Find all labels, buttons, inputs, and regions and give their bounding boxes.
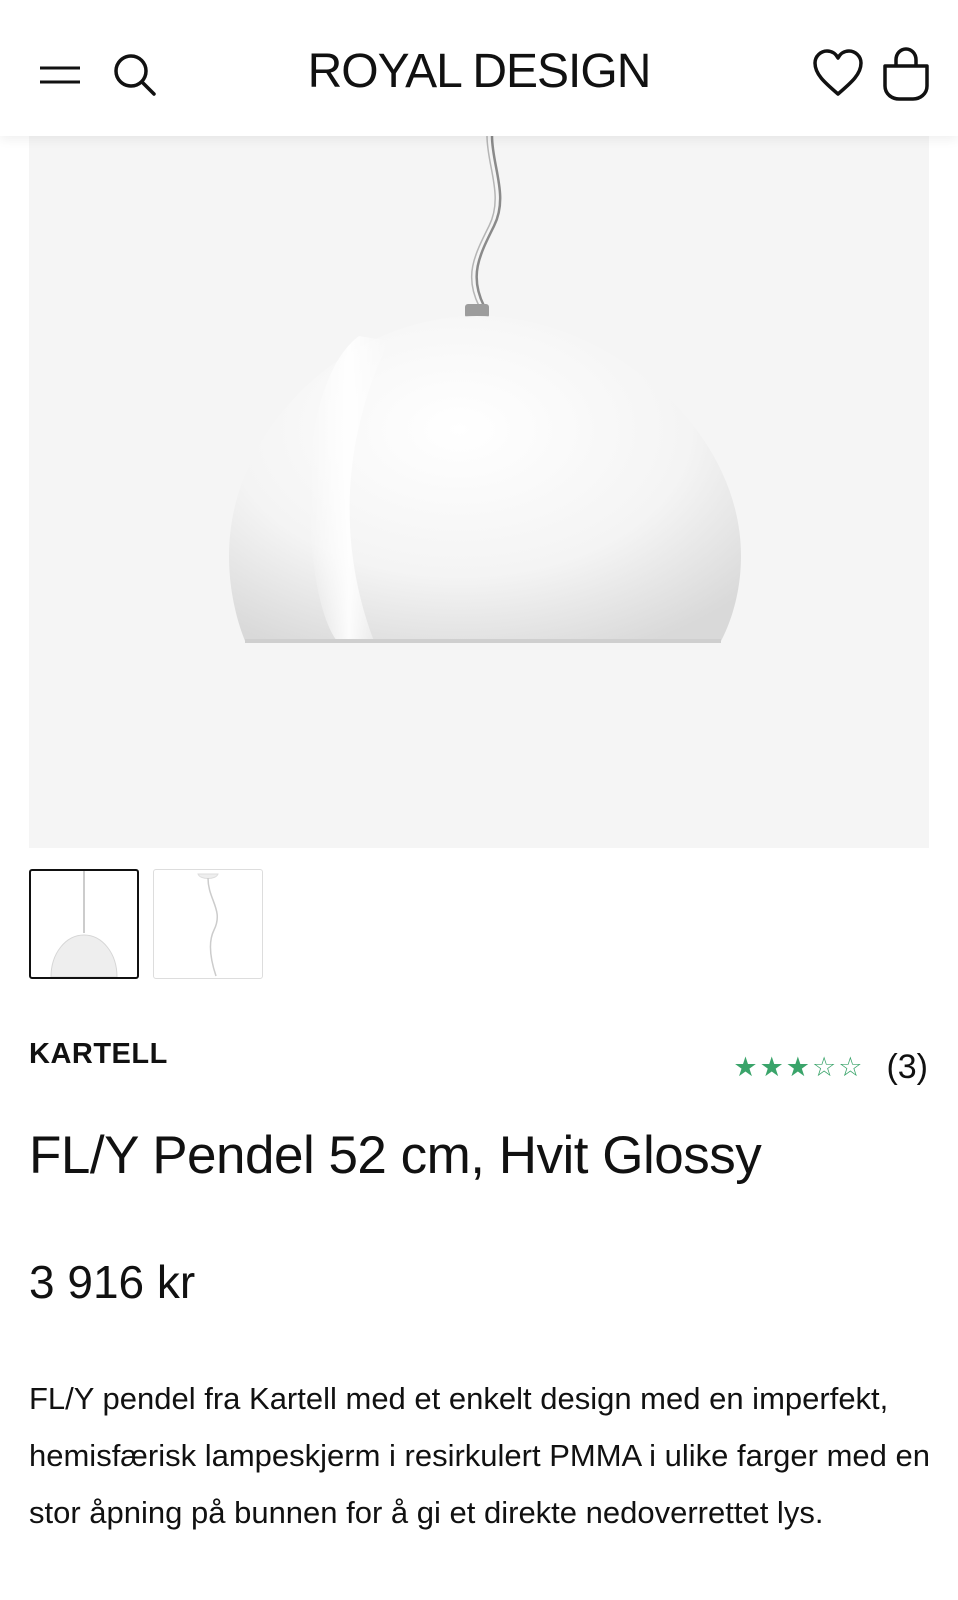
wishlist-button[interactable] <box>812 48 864 100</box>
cart-button[interactable] <box>880 46 932 102</box>
star-filled-icon: ★ <box>733 1052 760 1082</box>
product-main-image[interactable] <box>29 136 929 848</box>
product-price: 3 916 kr <box>29 1256 196 1308</box>
star-empty-icon: ☆ <box>812 1052 839 1082</box>
star-empty-icon: ☆ <box>838 1052 865 1082</box>
thumbnail-1[interactable] <box>29 869 139 979</box>
shopping-bag-icon <box>883 47 929 101</box>
heart-icon <box>813 49 863 96</box>
product-rating[interactable]: ★★★☆☆ (3) <box>733 1048 928 1087</box>
product-description: FL/Y pendel fra Kartell med et enkelt de… <box>29 1381 930 1530</box>
site-header: ROYAL DESIGN <box>0 0 958 136</box>
star-filled-icon: ★ <box>759 1052 786 1082</box>
thumbnail-2[interactable] <box>153 869 263 979</box>
pendant-lamp-thumbnail-icon <box>50 871 118 977</box>
review-count[interactable]: (3) <box>886 1048 928 1087</box>
product-title: FL/Y Pendel 52 cm, Hvit Glossy <box>29 1126 762 1185</box>
product-brand[interactable]: KARTELL <box>29 1038 168 1071</box>
pendant-lamp-image <box>229 136 741 643</box>
rating-stars: ★★★☆☆ <box>733 1052 864 1083</box>
pendant-lamp-cable-thumbnail-icon <box>197 873 219 977</box>
star-filled-icon: ★ <box>785 1052 812 1082</box>
